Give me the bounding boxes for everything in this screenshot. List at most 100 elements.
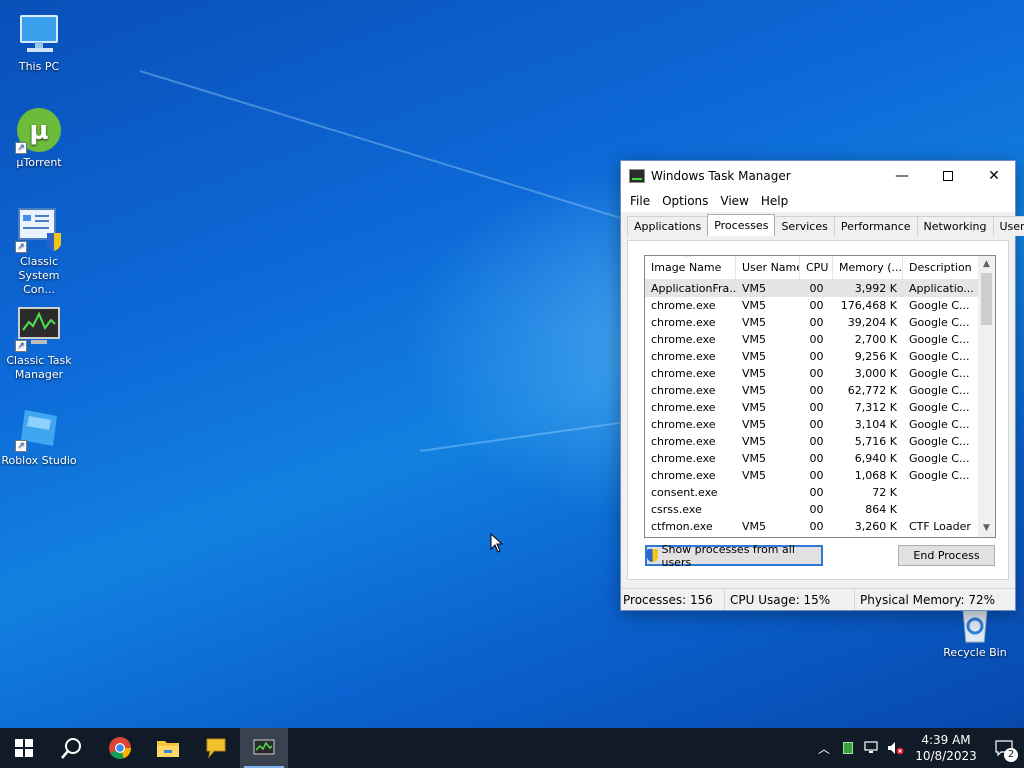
column-memory[interactable]: Memory (... xyxy=(833,256,903,279)
vertical-scrollbar[interactable]: ▲ ▼ xyxy=(978,256,995,537)
column-user-name[interactable]: User Name xyxy=(736,256,800,279)
menu-options[interactable]: Options xyxy=(656,194,714,208)
task-manager-icon xyxy=(629,168,645,183)
desktop-icon-roblox-studio[interactable]: ↗ Roblox Studio xyxy=(1,404,77,468)
title-bar[interactable]: Windows Task Manager — ✕ xyxy=(621,161,1015,190)
search-icon xyxy=(61,738,81,759)
column-description[interactable]: Description xyxy=(903,256,979,279)
column-cpu[interactable]: CPU xyxy=(800,256,833,279)
taskbar-messenger[interactable] xyxy=(192,728,240,768)
menu-view[interactable]: View xyxy=(714,194,754,208)
tab-applications[interactable]: Applications xyxy=(627,216,709,236)
cell-memory: 5,716 K xyxy=(854,435,897,448)
cell-cpu: 00 xyxy=(809,282,824,295)
uac-shield-icon xyxy=(647,549,659,562)
tab-networking[interactable]: Networking xyxy=(916,216,994,236)
status-cpu-usage: CPU Usage: 15% xyxy=(725,589,855,610)
table-row[interactable]: consent.exe 00 72 K xyxy=(645,484,995,501)
table-row[interactable]: chrome.exe VM5 00 1,068 K Google C... xyxy=(645,467,995,484)
tray-app-button[interactable] xyxy=(836,728,860,768)
shortcut-arrow-icon: ↗ xyxy=(15,340,27,352)
cell-memory: 3,104 K xyxy=(854,418,897,431)
cell-memory: 6,940 K xyxy=(854,452,897,465)
tab-users[interactable]: Users xyxy=(992,216,1024,236)
cell-image-name: chrome.exe xyxy=(651,435,716,448)
status-bar: Processes: 156 CPU Usage: 15% Physical M… xyxy=(621,588,1015,610)
end-process-button[interactable]: End Process xyxy=(898,545,995,566)
cell-cpu: 00 xyxy=(809,350,824,363)
cell-image-name: chrome.exe xyxy=(651,350,716,363)
list-header: ^ Image Name User Name CPU Memory (... D… xyxy=(645,256,995,280)
taskbar-task-manager[interactable] xyxy=(240,728,288,768)
start-button[interactable] xyxy=(0,728,48,768)
cell-cpu: 00 xyxy=(809,299,824,312)
process-rows: ApplicationFra... VM5 00 3,992 K Applicatio.… xyxy=(645,280,995,535)
scroll-thumb[interactable] xyxy=(981,273,992,325)
table-row[interactable]: chrome.exe VM5 00 3,000 K Google C... xyxy=(645,365,995,382)
process-list[interactable]: ^ Image Name User Name CPU Memory (... D… xyxy=(644,255,996,538)
desktop-icon-classic-system-control[interactable]: ↗ Classic System Con... xyxy=(1,205,77,297)
minimize-button[interactable]: — xyxy=(879,161,925,190)
show-hidden-icons-button[interactable]: ︿ xyxy=(812,728,836,768)
cell-cpu: 00 xyxy=(809,435,824,448)
cell-image-name: chrome.exe xyxy=(651,469,716,482)
table-row[interactable]: chrome.exe VM5 00 39,204 K Google C... xyxy=(645,314,995,331)
scroll-down-icon[interactable]: ▼ xyxy=(978,520,995,537)
cell-user-name: VM5 xyxy=(742,333,767,346)
menu-bar: File Options View Help xyxy=(621,190,1015,212)
cell-user-name: VM5 xyxy=(742,452,767,465)
desktop-icon-this-pc[interactable]: This PC xyxy=(1,10,77,74)
speech-bubble-icon xyxy=(206,738,226,759)
network-button[interactable] xyxy=(860,728,884,768)
table-row[interactable]: chrome.exe VM5 00 9,256 K Google C... xyxy=(645,348,995,365)
menu-help[interactable]: Help xyxy=(755,194,794,208)
cell-user-name: VM5 xyxy=(742,367,767,380)
table-row[interactable]: chrome.exe VM5 00 5,716 K Google C... xyxy=(645,433,995,450)
table-row[interactable]: chrome.exe VM5 00 176,468 K Google C... xyxy=(645,297,995,314)
table-row[interactable]: ctfmon.exe VM5 00 3,260 K CTF Loader xyxy=(645,518,995,535)
notification-count-badge: 2 xyxy=(1004,748,1018,762)
cell-cpu: 00 xyxy=(809,452,824,465)
search-button[interactable] xyxy=(48,728,96,768)
tab-processes[interactable]: Processes xyxy=(707,214,776,236)
maximize-button[interactable] xyxy=(925,161,971,190)
shortcut-arrow-icon: ↗ xyxy=(15,142,27,154)
desktop-icon-label: Classic System Con... xyxy=(18,255,60,296)
scroll-up-icon[interactable]: ▲ xyxy=(978,256,995,273)
taskbar-chrome[interactable] xyxy=(96,728,144,768)
utorrent-icon: µ ↗ xyxy=(15,106,63,154)
table-row[interactable]: chrome.exe VM5 00 3,104 K Google C... xyxy=(645,416,995,433)
cell-image-name: chrome.exe xyxy=(651,367,716,380)
table-row[interactable]: csrss.exe 00 864 K xyxy=(645,501,995,518)
table-row[interactable]: ApplicationFra... VM5 00 3,992 K Applicatio.… xyxy=(645,280,995,297)
desktop-icon-utorrent[interactable]: µ ↗ µTorrent xyxy=(1,106,77,170)
tab-services[interactable]: Services xyxy=(774,216,835,236)
show-all-processes-button[interactable]: Show processes from all users xyxy=(645,543,823,569)
table-row[interactable]: chrome.exe VM5 00 7,312 K Google C... xyxy=(645,399,995,416)
table-row[interactable]: chrome.exe VM5 00 62,772 K Google C... xyxy=(645,382,995,399)
desktop-icon-label: Roblox Studio xyxy=(1,454,77,467)
control-panel-icon: ↗ xyxy=(15,205,63,253)
close-button[interactable]: ✕ xyxy=(971,161,1017,190)
cell-memory: 3,260 K xyxy=(854,520,897,533)
cell-memory: 176,468 K xyxy=(840,299,897,312)
action-center-button[interactable]: 2 xyxy=(984,728,1024,768)
clock[interactable]: 4:39 AM 10/8/2023 xyxy=(908,732,984,764)
table-row[interactable]: chrome.exe VM5 00 6,940 K Google C... xyxy=(645,450,995,467)
mouse-cursor-icon xyxy=(490,533,504,553)
cell-memory: 39,204 K xyxy=(847,316,897,329)
menu-file[interactable]: File xyxy=(624,194,656,208)
cell-image-name: ctfmon.exe xyxy=(651,520,713,533)
cell-cpu: 00 xyxy=(809,503,824,516)
column-image-name[interactable]: ^ Image Name xyxy=(645,256,736,279)
volume-button[interactable] xyxy=(884,728,908,768)
windows-logo-icon xyxy=(15,739,33,757)
tab-performance[interactable]: Performance xyxy=(833,216,918,236)
taskbar-file-explorer[interactable] xyxy=(144,728,192,768)
shortcut-arrow-icon: ↗ xyxy=(15,440,27,452)
desktop-icon-classic-task-manager[interactable]: ↗ Classic Task Manager xyxy=(1,304,77,382)
task-manager-window[interactable]: Windows Task Manager — ✕ File Options Vi… xyxy=(620,160,1024,611)
wallpaper-beam xyxy=(139,70,676,236)
desktop-icon-recycle-bin[interactable]: Recycle Bin xyxy=(937,604,1013,660)
table-row[interactable]: chrome.exe VM5 00 2,700 K Google C... xyxy=(645,331,995,348)
